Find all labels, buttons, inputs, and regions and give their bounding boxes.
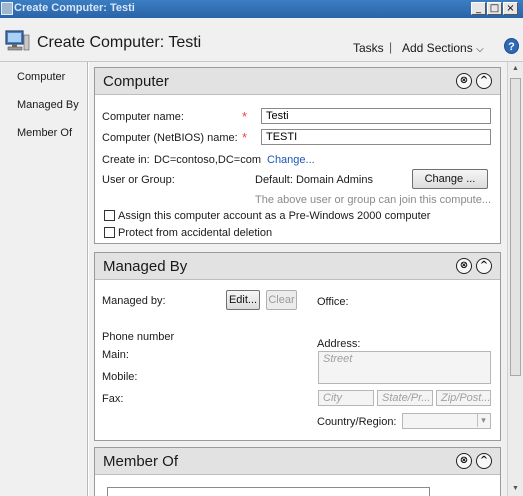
close-section-icon[interactable]: ⊗ <box>456 453 472 469</box>
create-in-value: DC=contoso,DC=com <box>154 154 261 166</box>
nav-item-computer[interactable]: Computer <box>17 71 65 83</box>
change-location-link[interactable]: Change... <box>267 154 315 166</box>
member-of-section: Member Of ⊗ ^ <box>94 447 501 496</box>
minimize-button[interactable]: _ <box>471 2 486 15</box>
change-user-group-button[interactable]: Change ... <box>412 169 488 189</box>
computer-name-label: Computer name: <box>102 111 184 123</box>
computer-icon <box>5 30 30 51</box>
scrollbar-thumb[interactable] <box>510 78 521 376</box>
netbios-name-input[interactable]: TESTI <box>261 129 491 145</box>
computer-section: Computer ⊗ ^ Computer name: * Testi Comp… <box>94 67 501 244</box>
create-in-label: Create in: <box>102 154 150 166</box>
scroll-down-icon[interactable]: ▼ <box>510 485 521 492</box>
netbios-name-label: Computer (NetBIOS) name: <box>102 132 238 144</box>
address-label: Address: <box>317 338 361 350</box>
managed-by-section-header: Managed By ⊗ ^ <box>95 253 500 280</box>
collapse-icon[interactable]: ^ <box>476 258 492 274</box>
close-section-icon[interactable]: ⊗ <box>456 258 472 274</box>
tasks-menu[interactable]: Tasks <box>353 41 384 55</box>
maximize-button[interactable]: □ <box>487 2 502 15</box>
member-of-grid[interactable] <box>107 487 430 496</box>
chevron-down-icon: ⌵ <box>476 44 484 55</box>
pre-windows-2000-checkbox[interactable] <box>104 210 115 221</box>
section-title: Managed By <box>103 258 188 275</box>
office-label: Office: <box>317 296 349 308</box>
user-group-label: User or Group: <box>102 174 175 186</box>
main-phone-label: Main: <box>102 349 129 361</box>
computer-name-input[interactable]: Testi <box>261 108 491 124</box>
state-input[interactable]: State/Pr... <box>377 390 433 406</box>
city-input[interactable]: City <box>318 390 374 406</box>
nav-item-managed-by[interactable]: Managed By <box>17 99 79 111</box>
fax-label: Fax: <box>102 393 124 405</box>
protect-deletion-checkbox[interactable] <box>104 227 115 238</box>
user-group-value: Default: Domain Admins <box>255 174 373 186</box>
help-icon[interactable]: ? <box>504 38 519 54</box>
street-input[interactable]: Street <box>318 351 491 384</box>
country-region-label: Country/Region: <box>317 416 397 428</box>
section-title: Computer <box>103 73 169 90</box>
collapse-icon[interactable]: ^ <box>476 73 492 89</box>
edit-manager-button[interactable]: Edit... <box>226 290 260 310</box>
required-icon: * <box>242 109 248 124</box>
close-section-icon[interactable]: ⊗ <box>456 73 472 89</box>
mobile-label: Mobile: <box>102 371 138 383</box>
pre-windows-2000-label: Assign this computer account as a Pre-Wi… <box>118 210 431 222</box>
chevron-down-icon: ▾ <box>477 414 489 427</box>
app-icon <box>1 2 13 15</box>
close-window-button[interactable]: × <box>503 2 518 15</box>
protect-deletion-label: Protect from accidental deletion <box>118 227 273 239</box>
user-group-note: The above user or group can join this co… <box>255 194 492 206</box>
nav-item-member-of[interactable]: Member Of <box>17 127 72 139</box>
country-region-select[interactable]: ▾ <box>402 413 491 429</box>
window-title-bar[interactable]: Create Computer: Testi _ □ × <box>0 0 523 18</box>
vertical-scrollbar[interactable]: ▲ ▼ <box>507 62 523 496</box>
page-title: Create Computer: Testi <box>37 34 202 51</box>
add-sections-menu[interactable]: Add Sections ⌵ <box>402 41 484 55</box>
phone-number-label: Phone number <box>102 331 175 343</box>
managed-by-section: Managed By ⊗ ^ Managed by: Edit... Clear… <box>94 252 501 441</box>
clear-manager-button[interactable]: Clear <box>266 290 297 310</box>
add-sections-label: Add Sections <box>402 41 473 55</box>
section-nav: Computer Managed By Member Of <box>0 62 88 496</box>
collapse-icon[interactable]: ^ <box>476 453 492 469</box>
scroll-up-icon[interactable]: ▲ <box>510 65 521 72</box>
window-title: Create Computer: Testi <box>14 2 135 14</box>
page-header: Create Computer: Testi Tasks | Add Secti… <box>0 18 523 62</box>
header-separator: | <box>389 40 393 54</box>
computer-section-header: Computer ⊗ ^ <box>95 68 500 95</box>
member-of-section-header: Member Of ⊗ ^ <box>95 448 500 475</box>
managed-by-label: Managed by: <box>102 295 166 307</box>
required-icon: * <box>242 130 248 145</box>
section-title: Member Of <box>103 453 179 470</box>
zip-input[interactable]: Zip/Post... <box>436 390 491 406</box>
